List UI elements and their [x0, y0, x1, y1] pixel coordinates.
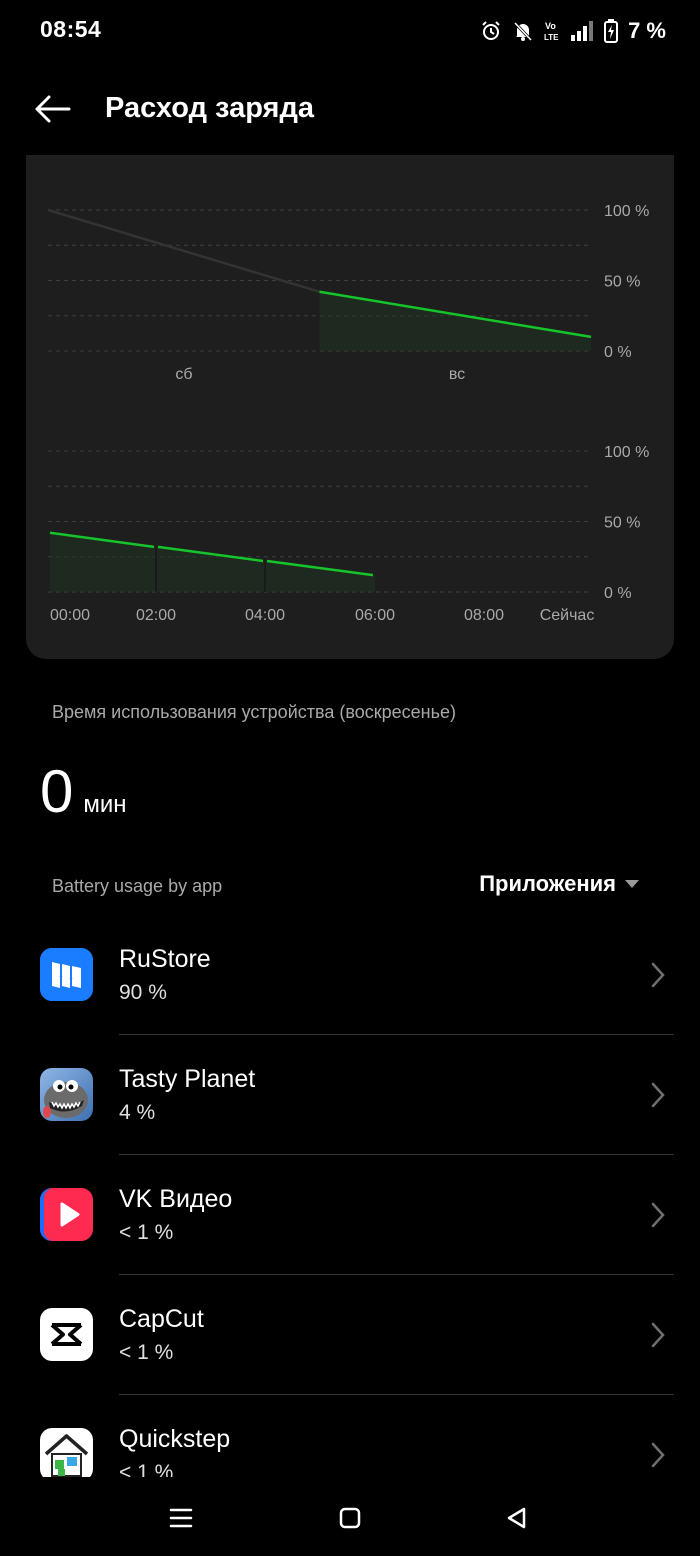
series-line [47, 208, 320, 293]
bell-off-icon [513, 21, 533, 42]
status-time: 08:54 [40, 16, 102, 42]
volte-icon: Vo LTE [544, 21, 559, 42]
app-row-vk-video[interactable]: VK Видео < 1 % [0, 1155, 700, 1275]
x-tick-label: 04:00 [245, 607, 285, 624]
app-percent: 4 % [119, 1101, 156, 1124]
y-tick-label: 0 % [604, 585, 632, 602]
app-row-capcut[interactable]: CapCut < 1 % [0, 1275, 700, 1395]
screen-time-value: 0 мин [40, 762, 127, 822]
y-tick-label: 100 % [604, 444, 649, 461]
navigation-bar [0, 1478, 700, 1556]
series-area [319, 291, 591, 351]
recents-button[interactable] [161, 1498, 201, 1538]
svg-text:LTE: LTE [544, 33, 559, 42]
x-tick-label: 00:00 [50, 607, 90, 624]
capcut-icon [40, 1308, 93, 1361]
battery-percent: 7 % [628, 18, 666, 43]
apps-filter-label: Приложения [479, 871, 616, 896]
arrow-left-icon [35, 95, 71, 123]
chevron-right-icon [651, 1202, 665, 1228]
x-tick-label: вс [449, 366, 465, 383]
x-tick-label: 02:00 [136, 607, 176, 624]
home-square-icon [339, 1507, 361, 1529]
chevron-right-icon [651, 1442, 665, 1468]
system-back-button[interactable] [496, 1498, 536, 1538]
battery-chart-card: 100 % 50 % 0 % сб вс 100 % 50 % 0 % 00:00 02:00 04… [26, 155, 674, 659]
screen-time-caption: Время использования устройства (воскресе… [52, 702, 456, 722]
x-tick-label: Сейчас [540, 607, 595, 624]
app-row-tasty-planet[interactable]: Tasty Planet 4 % [0, 1035, 700, 1155]
app-name: Tasty Planet [119, 1065, 256, 1093]
battery-charging-icon [604, 19, 619, 43]
vk-video-icon [40, 1188, 93, 1241]
chevron-right-icon [651, 1322, 665, 1348]
app-name: CapCut [119, 1305, 204, 1333]
y-tick-label: 100 % [604, 203, 649, 220]
signal-icon [571, 21, 594, 41]
home-button[interactable] [330, 1498, 370, 1538]
app-row-quickstep[interactable]: Quickstep < 1 % [0, 1395, 700, 1477]
y-tick-label: 0 % [604, 344, 632, 361]
series-area [50, 532, 375, 592]
y-tick-label: 50 % [604, 515, 640, 532]
chevron-right-icon [651, 1082, 665, 1108]
app-percent: 90 % [119, 981, 167, 1004]
app-name: Quickstep [119, 1425, 231, 1453]
app-list: RuStore 90 % Tasty Planet 4 % VK Видео <… [0, 915, 700, 1477]
screen-time-unit: мин [83, 791, 127, 818]
status-icons: Vo LTE 7 % [480, 14, 666, 48]
x-tick-label: 08:00 [464, 607, 504, 624]
menu-icon [169, 1508, 193, 1528]
x-tick-label: сб [175, 366, 192, 383]
page-title: Расход заряда [105, 92, 314, 124]
caret-down-icon [625, 880, 639, 888]
back-button[interactable] [22, 84, 82, 134]
chevron-right-icon [651, 962, 665, 988]
tasty-planet-icon [40, 1068, 93, 1121]
battery-charts: 100 % 50 % 0 % сб вс 100 % 50 % 0 % 00:00 02:00 04… [47, 203, 649, 624]
app-percent: < 1 % [119, 1221, 174, 1244]
app-percent: < 1 % [119, 1461, 174, 1477]
y-tick-label: 50 % [604, 274, 640, 291]
screen-time-number: 0 [40, 758, 74, 825]
app-name: VK Видео [119, 1185, 233, 1213]
back-triangle-icon [507, 1507, 526, 1529]
svg-text:Vo: Vo [545, 21, 556, 31]
quickstep-icon [40, 1428, 93, 1477]
apps-filter-dropdown[interactable]: Приложения [479, 871, 640, 897]
battery-usage-by-app-label: Battery usage by app [52, 876, 223, 896]
app-bar: Расход заряда [0, 70, 700, 150]
alarm-icon [482, 21, 500, 40]
rustore-icon [40, 948, 93, 1001]
app-name: RuStore [119, 945, 211, 973]
app-row-rustore[interactable]: RuStore 90 % [0, 915, 700, 1035]
app-percent: < 1 % [119, 1341, 174, 1364]
x-tick-label: 06:00 [355, 607, 395, 624]
status-bar: 08:54 Vo LTE 7 % [0, 0, 700, 62]
